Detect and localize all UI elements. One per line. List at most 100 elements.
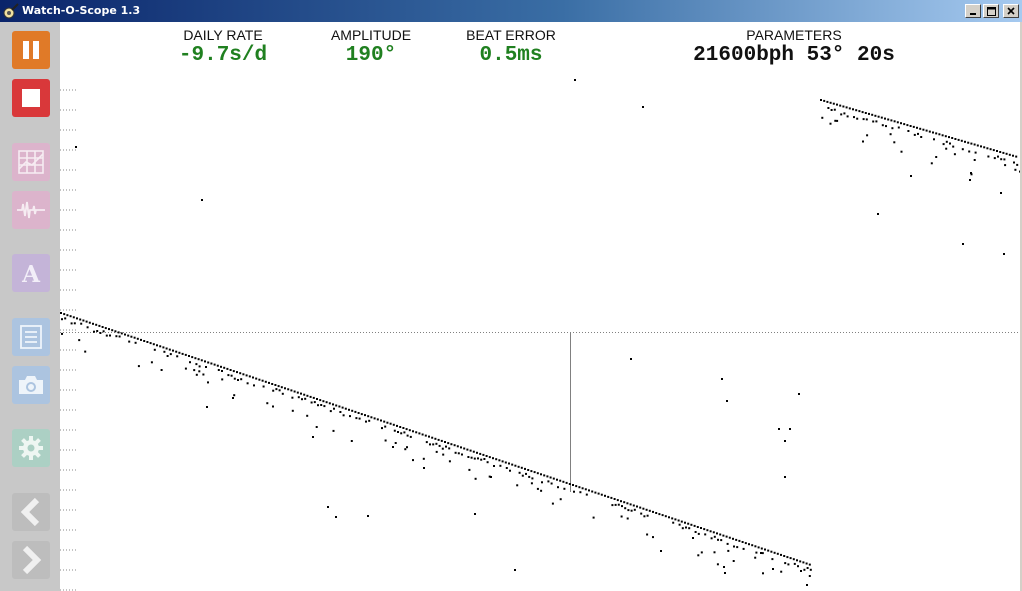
pause-icon xyxy=(23,41,39,59)
stop-button[interactable] xyxy=(12,79,50,117)
trace-dot xyxy=(581,487,584,490)
trace-dot xyxy=(639,506,642,509)
trace-dot xyxy=(970,172,972,174)
trace-dot xyxy=(887,118,890,121)
trace-dot xyxy=(98,324,101,327)
trace-dot xyxy=(613,498,616,500)
trace-dot xyxy=(806,584,808,586)
trace-dot xyxy=(118,335,121,338)
trace-dot xyxy=(920,136,923,138)
trace-dot xyxy=(72,316,75,319)
trace-dot xyxy=(253,384,255,387)
trace-dot xyxy=(239,372,242,375)
trace-dot xyxy=(304,397,307,400)
settings-button[interactable] xyxy=(12,429,50,467)
trace-dot xyxy=(136,337,139,340)
trace-dot xyxy=(493,465,495,467)
title-bar[interactable]: Watch-O-Scope 1.3 xyxy=(0,0,1022,22)
trace-dot xyxy=(630,509,633,512)
trace-dot xyxy=(438,444,441,447)
trace-dot xyxy=(893,120,896,123)
trace-dot xyxy=(389,422,392,425)
trace-dot xyxy=(290,389,293,392)
trace-dot xyxy=(783,555,786,557)
trace-dot xyxy=(78,339,81,342)
minimize-button[interactable] xyxy=(965,4,981,18)
trace-dot xyxy=(592,516,595,519)
trace-dot xyxy=(350,440,353,442)
trace-dot xyxy=(207,361,210,364)
trace-dot xyxy=(996,150,998,152)
trace-dot xyxy=(600,493,603,496)
trace-dot xyxy=(732,537,734,540)
trace-dot xyxy=(957,138,960,141)
trace-dot xyxy=(909,125,912,127)
trace-dot xyxy=(319,399,322,402)
trace-dot xyxy=(492,457,494,460)
trace-dot xyxy=(530,482,533,485)
trace-dot xyxy=(467,456,470,458)
trace-dot xyxy=(461,453,463,456)
trace-dot xyxy=(607,495,610,498)
trace-dot xyxy=(357,412,360,414)
log-button[interactable] xyxy=(12,318,50,356)
trace-dot xyxy=(408,429,411,432)
trace-dot xyxy=(687,522,690,525)
next-button[interactable] xyxy=(12,541,50,579)
trace-dot xyxy=(540,473,542,476)
trace-dot xyxy=(205,366,207,368)
trace-dot xyxy=(884,117,886,120)
trace-dot xyxy=(195,373,198,376)
trace-dot xyxy=(877,213,879,215)
trace-dot xyxy=(421,433,424,436)
trace-dot xyxy=(960,139,963,142)
trace-dot xyxy=(483,458,486,460)
trace-dot xyxy=(536,472,539,475)
trace-dot xyxy=(865,118,868,121)
trace-dot xyxy=(793,562,796,565)
trace-dot xyxy=(839,104,842,107)
trace-dot xyxy=(159,345,162,348)
trace-dot xyxy=(508,462,510,465)
trace-dot xyxy=(952,145,955,148)
trace-dot xyxy=(329,410,332,413)
trace-dot xyxy=(312,396,315,399)
pause-button[interactable] xyxy=(12,31,50,69)
trace-dot xyxy=(424,434,427,437)
previous-button[interactable] xyxy=(12,493,50,531)
trace-dot xyxy=(213,363,216,366)
trace-dot xyxy=(348,408,350,411)
trace-dot xyxy=(156,344,158,347)
trace-dot xyxy=(720,539,723,542)
font-button[interactable]: A xyxy=(12,254,50,292)
trace-dot xyxy=(954,138,957,140)
snapshot-button[interactable] xyxy=(12,366,50,404)
trace-dot xyxy=(906,124,909,127)
trace-dot xyxy=(322,400,325,403)
trace-dot xyxy=(862,140,864,143)
trace-dot xyxy=(568,483,571,485)
timegrapher-trace[interactable] xyxy=(60,22,1020,591)
maximize-button[interactable] xyxy=(983,4,999,18)
trace-dot xyxy=(611,504,614,507)
trace-dot xyxy=(406,446,408,449)
close-button[interactable] xyxy=(1003,4,1019,18)
trace-dot xyxy=(741,541,744,543)
trace-dot xyxy=(692,537,694,539)
beat-error-label: BEAT ERROR xyxy=(466,27,556,43)
trace-dot xyxy=(73,322,76,325)
trace-dot xyxy=(932,131,934,134)
trace-dot xyxy=(949,142,951,145)
trace-dot xyxy=(447,442,450,445)
trace-dot xyxy=(969,179,971,181)
trace-dot xyxy=(725,535,728,538)
trace-dot xyxy=(820,99,822,101)
waveform-view-button[interactable] xyxy=(12,191,50,229)
trace-dot xyxy=(938,133,941,136)
trace-dot xyxy=(278,389,281,392)
trace-panel: DAILY RATE -9.7s/d AMPLITUDE 190° BEAT E… xyxy=(60,22,1022,591)
trace-dot xyxy=(315,426,318,428)
trace-view-button[interactable] xyxy=(12,143,50,181)
trace-dot xyxy=(432,443,435,446)
trace-dot xyxy=(953,153,956,156)
